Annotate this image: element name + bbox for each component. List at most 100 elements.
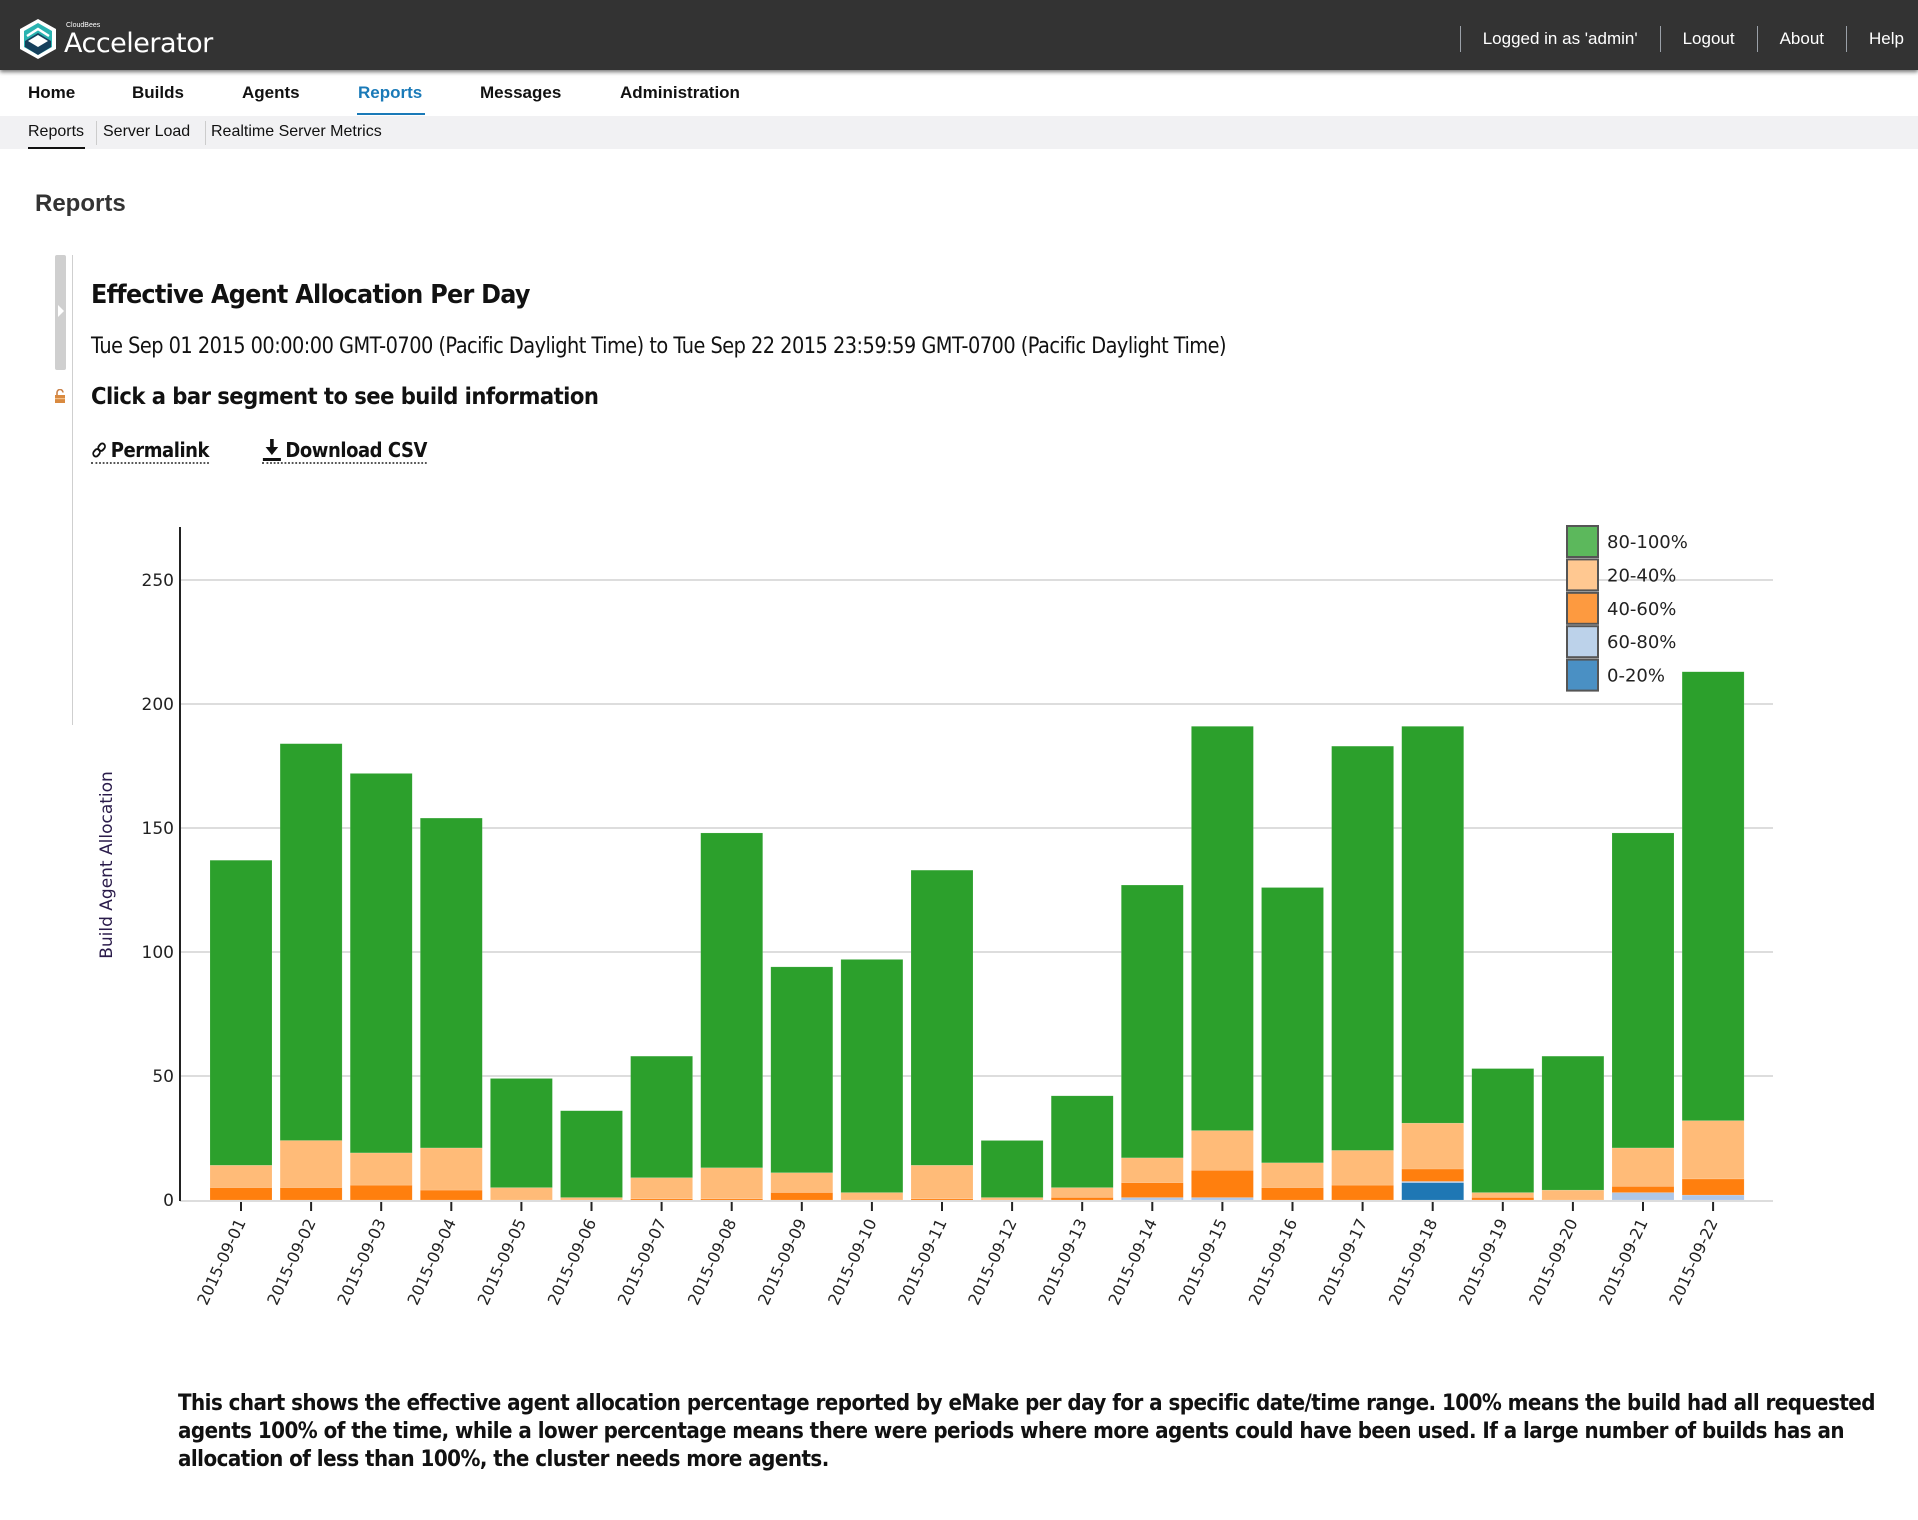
bar-segment[interactable] xyxy=(1121,884,1184,1159)
help-link[interactable]: Help xyxy=(1847,29,1918,49)
y-axis-label: Build Agent Allocation xyxy=(97,771,117,959)
bar-segment[interactable] xyxy=(1401,1182,1464,1201)
bar-segment[interactable] xyxy=(1471,1192,1535,1198)
x-tick-label: 2015-09-17 xyxy=(1315,1216,1372,1308)
bar-segment[interactable] xyxy=(1681,1120,1745,1180)
bar-segment[interactable] xyxy=(560,1197,623,1201)
chart-description: This chart shows the effective agent all… xyxy=(178,1391,1876,1472)
bar-segment[interactable] xyxy=(1121,1197,1184,1201)
x-tick-label: 2015-09-20 xyxy=(1525,1216,1582,1308)
bar-segment[interactable] xyxy=(630,1055,693,1178)
brand-product: Accelerator xyxy=(64,28,213,59)
y-tick-label: 0 xyxy=(163,1191,174,1211)
bar-segment[interactable] xyxy=(1261,887,1324,1164)
bar-segment[interactable] xyxy=(420,817,483,1149)
bar-segment[interactable] xyxy=(279,743,343,1141)
x-tick-label: 2015-09-09 xyxy=(754,1216,811,1308)
bar-segment[interactable] xyxy=(910,1165,974,1200)
bar-segment[interactable] xyxy=(1261,1162,1324,1188)
bar-segment[interactable] xyxy=(1471,1197,1535,1201)
bar-segment[interactable] xyxy=(1191,1130,1254,1171)
x-tick-label: 2015-09-07 xyxy=(614,1216,671,1308)
bar-segment[interactable] xyxy=(1121,1157,1184,1183)
bar-segment[interactable] xyxy=(349,773,413,1154)
bar-segment[interactable] xyxy=(209,859,273,1166)
bar-segment[interactable] xyxy=(1401,726,1464,1124)
x-tick-label: 2015-09-08 xyxy=(684,1216,741,1308)
bar-segment[interactable] xyxy=(1050,1095,1114,1188)
legend-swatch xyxy=(1566,658,1599,692)
bar-segment[interactable] xyxy=(980,1197,1044,1201)
bar-segment[interactable] xyxy=(1541,1189,1605,1201)
bar-segment[interactable] xyxy=(1191,1197,1254,1201)
y-tick-label: 100 xyxy=(142,943,174,963)
bar-segment[interactable] xyxy=(490,1187,553,1201)
bar-segment[interactable] xyxy=(1611,832,1675,1149)
bar-segment[interactable] xyxy=(349,1152,413,1186)
x-tick-label: 2015-09-21 xyxy=(1595,1216,1652,1308)
bar-segment[interactable] xyxy=(1050,1187,1114,1198)
bar-segment[interactable] xyxy=(630,1177,693,1200)
x-tick-label: 2015-09-04 xyxy=(403,1216,460,1308)
legend-label: 40-60% xyxy=(1607,599,1676,620)
legend-swatch xyxy=(1566,525,1599,558)
bar-segment[interactable] xyxy=(910,869,974,1166)
x-tick-label: 2015-09-16 xyxy=(1245,1216,1302,1308)
bar-segment[interactable] xyxy=(840,1192,904,1201)
bar-segment[interactable] xyxy=(279,1187,343,1201)
bar-segment[interactable] xyxy=(420,1147,483,1191)
chart-legend: 80-100% 20-40% 40-60% 60-80% 0-20% xyxy=(1566,525,1688,692)
bar-segment[interactable] xyxy=(1471,1068,1535,1193)
bar-segment[interactable] xyxy=(1541,1055,1605,1191)
x-tick-label: 2015-09-13 xyxy=(1034,1216,1091,1308)
bar-segment[interactable] xyxy=(840,959,904,1193)
bar-segment[interactable] xyxy=(1611,1186,1675,1193)
bar-segment[interactable] xyxy=(980,1140,1044,1198)
y-tick-label: 200 xyxy=(142,695,174,715)
y-tick-label: 50 xyxy=(152,1067,174,1087)
bar-segment[interactable] xyxy=(1681,1178,1745,1196)
x-tick-label: 2015-09-06 xyxy=(544,1216,601,1308)
bar-segment[interactable] xyxy=(770,1192,834,1201)
chart-bars xyxy=(209,671,1745,1201)
agent-allocation-chart: 0501001502002502015-09-01 2015-09-02 2015-… xyxy=(97,525,1773,1308)
bar-segment[interactable] xyxy=(1331,745,1394,1151)
user-links: Logged in as 'admin' Logout About Help xyxy=(1459,24,1918,54)
bar-segment[interactable] xyxy=(1121,1182,1184,1198)
bar-segment[interactable] xyxy=(1331,1184,1394,1201)
bar-segment[interactable] xyxy=(1050,1197,1114,1201)
bar-segment[interactable] xyxy=(279,1140,343,1188)
bar-segment[interactable] xyxy=(1261,1187,1324,1201)
bar-segment[interactable] xyxy=(1191,1169,1254,1198)
bar-segment[interactable] xyxy=(1401,1168,1464,1182)
bar-segment[interactable] xyxy=(1331,1150,1394,1186)
bar-segment[interactable] xyxy=(490,1078,553,1188)
legend-label: 20-40% xyxy=(1607,565,1676,586)
bar-segment[interactable] xyxy=(1191,726,1254,1131)
bar-segment[interactable] xyxy=(1681,671,1745,1121)
x-tick-label: 2015-09-03 xyxy=(333,1216,390,1308)
x-tick-label: 2015-09-19 xyxy=(1455,1216,1512,1308)
bar-segment[interactable] xyxy=(1611,1192,1675,1201)
bar-segment[interactable] xyxy=(209,1187,273,1201)
bar-segment[interactable] xyxy=(770,966,834,1173)
logout-link[interactable]: Logout xyxy=(1661,29,1757,49)
about-link[interactable]: About xyxy=(1758,29,1846,49)
bar-segment[interactable] xyxy=(1611,1147,1675,1187)
bar-segment[interactable] xyxy=(770,1172,834,1193)
x-tick-label: 2015-09-12 xyxy=(964,1216,1021,1308)
bar-segment[interactable] xyxy=(1401,1122,1464,1170)
bar-segment[interactable] xyxy=(700,832,763,1169)
bar-segment[interactable] xyxy=(1681,1194,1745,1201)
bar-segment[interactable] xyxy=(209,1165,273,1188)
bar-segment[interactable] xyxy=(700,1167,763,1200)
bar-segment[interactable] xyxy=(420,1189,483,1201)
bar-segment[interactable] xyxy=(560,1110,623,1198)
y-tick-label: 150 xyxy=(142,819,174,839)
bar-segment[interactable] xyxy=(349,1184,413,1201)
x-tick-label: 2015-09-02 xyxy=(263,1216,320,1308)
x-tick-label: 2015-09-14 xyxy=(1104,1216,1161,1308)
logged-in-user[interactable]: Logged in as 'admin' xyxy=(1461,29,1660,49)
legend-label: 60-80% xyxy=(1607,632,1676,653)
y-tick-label: 250 xyxy=(142,571,174,591)
